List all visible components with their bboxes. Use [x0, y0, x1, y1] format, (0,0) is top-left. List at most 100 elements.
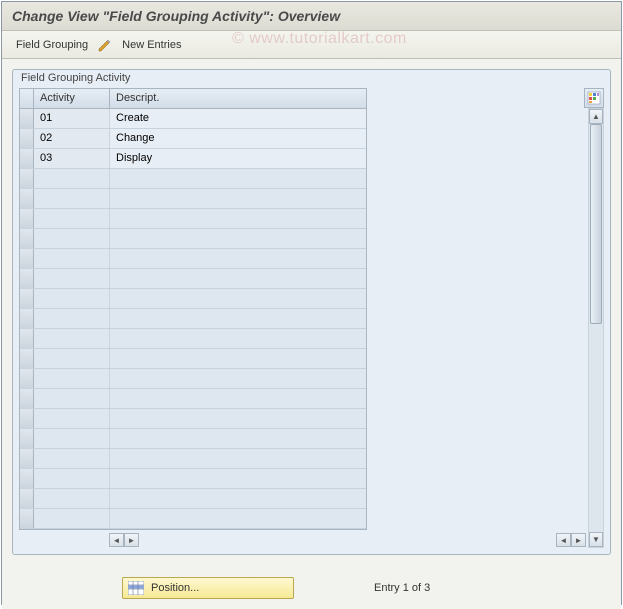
table-row[interactable]: [20, 309, 366, 329]
row-marker[interactable]: [20, 409, 34, 428]
cell-activity[interactable]: [34, 209, 110, 228]
row-marker[interactable]: [20, 189, 34, 208]
row-marker[interactable]: [20, 209, 34, 228]
table-row[interactable]: [20, 189, 366, 209]
table-row[interactable]: 02Change: [20, 129, 366, 149]
cell-descript[interactable]: [110, 349, 366, 368]
table-row[interactable]: [20, 409, 366, 429]
table-row[interactable]: [20, 429, 366, 449]
table-row[interactable]: 01Create: [20, 109, 366, 129]
cell-activity[interactable]: [34, 269, 110, 288]
table-row[interactable]: [20, 169, 366, 189]
cell-descript[interactable]: [110, 249, 366, 268]
col-descript[interactable]: Descript.: [110, 89, 366, 108]
position-button[interactable]: Position...: [122, 577, 294, 599]
table-row[interactable]: [20, 489, 366, 509]
row-marker[interactable]: [20, 349, 34, 368]
table-row[interactable]: [20, 329, 366, 349]
cell-descript[interactable]: [110, 229, 366, 248]
cell-activity[interactable]: [34, 249, 110, 268]
table-row[interactable]: [20, 449, 366, 469]
cell-descript[interactable]: [110, 269, 366, 288]
hscroll-right-button[interactable]: ►: [124, 533, 139, 547]
cell-activity[interactable]: [34, 229, 110, 248]
cell-activity[interactable]: [34, 429, 110, 448]
row-marker-header[interactable]: [20, 89, 34, 108]
cell-descript[interactable]: [110, 489, 366, 508]
row-marker[interactable]: [20, 389, 34, 408]
cell-descript[interactable]: [110, 189, 366, 208]
cell-activity[interactable]: [34, 189, 110, 208]
row-marker[interactable]: [20, 109, 34, 128]
row-marker[interactable]: [20, 309, 34, 328]
cell-activity[interactable]: [34, 289, 110, 308]
row-marker[interactable]: [20, 149, 34, 168]
cell-descript[interactable]: [110, 409, 366, 428]
cell-activity[interactable]: [34, 309, 110, 328]
scroll-down-button[interactable]: ▼: [589, 532, 603, 547]
table-row[interactable]: [20, 469, 366, 489]
col-activity[interactable]: Activity: [34, 89, 110, 108]
row-marker[interactable]: [20, 129, 34, 148]
vertical-scrollbar[interactable]: ▲ ▼: [588, 108, 604, 548]
cell-activity[interactable]: [34, 329, 110, 348]
cell-activity[interactable]: [34, 409, 110, 428]
cell-descript[interactable]: [110, 289, 366, 308]
cell-descript[interactable]: [110, 309, 366, 328]
row-marker[interactable]: [20, 429, 34, 448]
cell-descript[interactable]: Create: [110, 109, 366, 128]
cell-activity[interactable]: [34, 469, 110, 488]
table-row[interactable]: 03Display: [20, 149, 366, 169]
row-marker[interactable]: [20, 269, 34, 288]
table-row[interactable]: [20, 249, 366, 269]
cell-activity[interactable]: [34, 349, 110, 368]
cell-activity[interactable]: [34, 369, 110, 388]
cell-descript[interactable]: [110, 209, 366, 228]
cell-descript[interactable]: [110, 429, 366, 448]
row-marker[interactable]: [20, 229, 34, 248]
cell-descript[interactable]: [110, 469, 366, 488]
table-settings-icon[interactable]: [584, 88, 604, 108]
table-row[interactable]: [20, 389, 366, 409]
row-marker[interactable]: [20, 249, 34, 268]
cell-descript[interactable]: Change: [110, 129, 366, 148]
cell-descript[interactable]: [110, 369, 366, 388]
scroll-thumb[interactable]: [590, 124, 602, 324]
scroll-up-button[interactable]: ▲: [589, 109, 603, 124]
hscroll-left-button-2[interactable]: ◄: [556, 533, 571, 547]
table-row[interactable]: [20, 289, 366, 309]
scroll-track[interactable]: [589, 124, 603, 532]
row-marker[interactable]: [20, 469, 34, 488]
cell-activity[interactable]: [34, 449, 110, 468]
field-grouping-button[interactable]: Field Grouping: [12, 39, 92, 51]
cell-activity[interactable]: [34, 489, 110, 508]
row-marker[interactable]: [20, 509, 34, 528]
cell-activity[interactable]: 01: [34, 109, 110, 128]
hscroll-left-button[interactable]: ◄: [109, 533, 124, 547]
table-row[interactable]: [20, 209, 366, 229]
row-marker[interactable]: [20, 289, 34, 308]
cell-activity[interactable]: 03: [34, 149, 110, 168]
cell-descript[interactable]: [110, 329, 366, 348]
table-row[interactable]: [20, 229, 366, 249]
row-marker[interactable]: [20, 489, 34, 508]
cell-activity[interactable]: 02: [34, 129, 110, 148]
cell-descript[interactable]: [110, 169, 366, 188]
hscroll-right-button-2[interactable]: ►: [571, 533, 586, 547]
row-marker[interactable]: [20, 169, 34, 188]
pencil-icon[interactable]: [96, 36, 114, 54]
cell-descript[interactable]: Display: [110, 149, 366, 168]
row-marker[interactable]: [20, 369, 34, 388]
row-marker[interactable]: [20, 449, 34, 468]
cell-activity[interactable]: [34, 389, 110, 408]
cell-descript[interactable]: [110, 449, 366, 468]
cell-activity[interactable]: [34, 169, 110, 188]
table-row[interactable]: [20, 509, 366, 529]
table-row[interactable]: [20, 269, 366, 289]
cell-descript[interactable]: [110, 509, 366, 528]
cell-activity[interactable]: [34, 509, 110, 528]
cell-descript[interactable]: [110, 389, 366, 408]
table-row[interactable]: [20, 369, 366, 389]
table-row[interactable]: [20, 349, 366, 369]
new-entries-button[interactable]: New Entries: [118, 39, 185, 51]
